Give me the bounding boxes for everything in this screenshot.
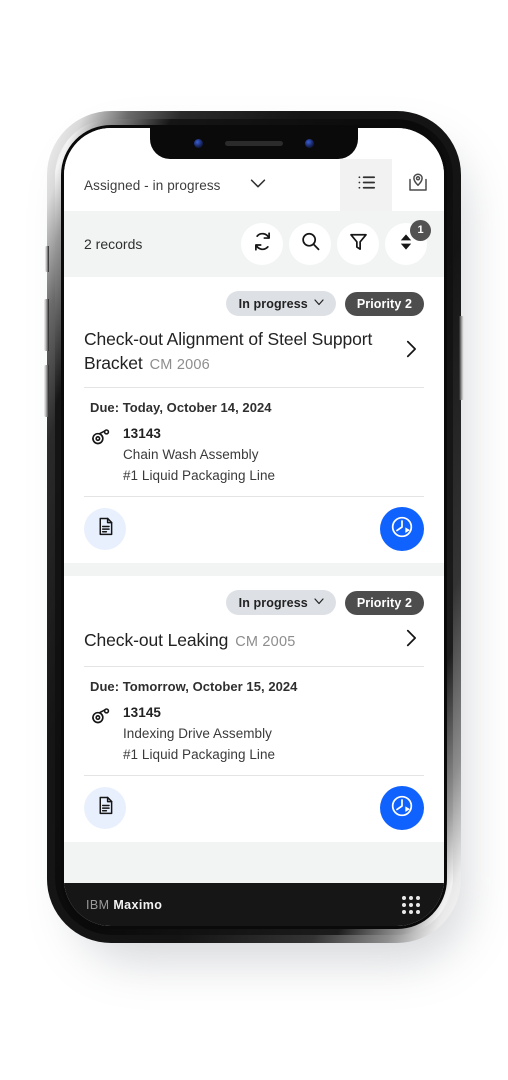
work-order-card[interactable]: In progress Priority 2 Ch <box>64 576 444 843</box>
sort-count-badge: 1 <box>410 220 431 241</box>
chevron-right-icon <box>400 627 422 654</box>
map-view-button[interactable] <box>392 159 444 211</box>
start-timer-icon <box>389 793 415 824</box>
card-actions <box>84 776 424 842</box>
attachments-button[interactable] <box>84 787 126 830</box>
work-order-title: Check-out Alignment of Steel Support Bra… <box>84 329 373 373</box>
asset-location: #1 Liquid Packaging Line <box>123 747 276 763</box>
chevron-right-icon <box>400 338 422 365</box>
list-icon <box>355 171 378 199</box>
priority-badge: Priority 2 <box>344 590 424 615</box>
asset-row: 13143 Chain Wash Assembly #1 Liquid Pack… <box>90 426 424 483</box>
volume-up-button[interactable] <box>44 299 49 351</box>
work-order-list[interactable]: In progress Priority 2 Check-out Alignme… <box>64 277 444 883</box>
asset-name: Indexing Drive Assembly <box>123 726 272 742</box>
due-date: Due: Tomorrow, October 15, 2024 <box>90 679 298 695</box>
map-pin-icon <box>406 171 430 200</box>
card-chips: In progress Priority 2 <box>84 277 424 322</box>
work-order-number: CM 2005 <box>235 633 296 650</box>
work-order-title: Check-out Leaking <box>84 629 229 650</box>
work-order-number: CM 2006 <box>149 356 210 373</box>
start-timer-icon <box>389 514 415 545</box>
refresh-icon <box>251 230 274 258</box>
asset-icon <box>90 705 112 762</box>
work-order-title-block: Check-out Leaking CM 2005 <box>84 629 388 653</box>
document-icon <box>95 516 116 542</box>
due-date: Due: Today, October 14, 2024 <box>90 400 272 416</box>
refresh-button[interactable] <box>241 223 283 265</box>
asset-name: Chain Wash Assembly <box>123 447 259 463</box>
card-actions <box>84 497 424 563</box>
filter-icon <box>347 230 370 258</box>
volume-down-button[interactable] <box>44 365 49 417</box>
start-timer-button[interactable] <box>380 786 424 831</box>
open-work-order-button[interactable] <box>398 627 424 654</box>
asset-number: 13143 <box>123 426 162 442</box>
priority-badge: Priority 2 <box>344 291 424 316</box>
list-view-button[interactable] <box>340 159 392 211</box>
records-count: 2 records <box>84 236 143 252</box>
phone-screen: Assigned - in progress 2 records 1 In pr… <box>64 128 444 926</box>
assignment-filter-select[interactable]: Assigned - in progress <box>64 172 340 199</box>
asset-location: #1 Liquid Packaging Line <box>123 468 276 484</box>
power-button[interactable] <box>459 316 464 400</box>
status-chip[interactable]: In progress <box>225 291 336 316</box>
search-icon <box>299 230 322 258</box>
notch <box>150 128 358 159</box>
status-chip-label: In progress <box>238 595 308 610</box>
status-chip[interactable]: In progress <box>225 590 336 616</box>
asset-icon <box>90 426 112 483</box>
sort-button[interactable]: 1 <box>385 220 431 265</box>
card-body: Due: Today, October 14, 2024 13143 Chain… <box>84 388 424 483</box>
silent-switch-button[interactable] <box>45 246 49 272</box>
brand-label: IBM Maximo <box>86 898 402 912</box>
search-button[interactable] <box>289 223 331 265</box>
asset-number: 13145 <box>123 705 162 721</box>
records-toolbar: 2 records 1 <box>64 211 444 277</box>
asset-row: 13145 Indexing Drive Assembly #1 Liquid … <box>90 705 424 762</box>
card-separator <box>64 563 444 577</box>
card-title-row[interactable]: Check-out Leaking CM 2005 <box>84 621 424 666</box>
card-chips: In progress Priority 2 <box>84 576 424 621</box>
status-chip-label: In progress <box>238 296 308 311</box>
bottom-app-bar: IBM Maximo <box>64 883 444 926</box>
phone-frame: Assigned - in progress 2 records 1 In pr… <box>44 111 464 943</box>
front-camera-icon <box>194 139 203 148</box>
brand-prefix: IBM <box>86 897 110 912</box>
chevron-down-icon <box>247 172 269 199</box>
card-title-row[interactable]: Check-out Alignment of Steel Support Bra… <box>84 322 424 387</box>
filter-button[interactable] <box>337 223 379 265</box>
earpiece-speaker <box>225 141 283 146</box>
chevron-down-icon <box>313 595 325 610</box>
work-order-title-block: Check-out Alignment of Steel Support Bra… <box>84 328 388 375</box>
toolbar-actions: 1 <box>241 220 431 265</box>
view-toggle <box>340 159 444 211</box>
assignment-filter-label: Assigned - in progress <box>84 177 221 193</box>
grid-dots-icon[interactable] <box>402 895 420 914</box>
page-root: Assigned - in progress 2 records 1 In pr… <box>0 0 508 1080</box>
open-work-order-button[interactable] <box>398 338 424 365</box>
start-timer-button[interactable] <box>380 507 424 552</box>
attachments-button[interactable] <box>84 508 126 551</box>
chevron-down-icon <box>313 296 325 311</box>
proximity-sensor-icon <box>305 139 314 148</box>
card-body: Due: Tomorrow, October 15, 2024 13145 In… <box>84 667 424 762</box>
brand-name: Maximo <box>113 897 163 912</box>
document-icon <box>95 795 116 821</box>
work-order-card[interactable]: In progress Priority 2 Ch <box>64 277 444 564</box>
